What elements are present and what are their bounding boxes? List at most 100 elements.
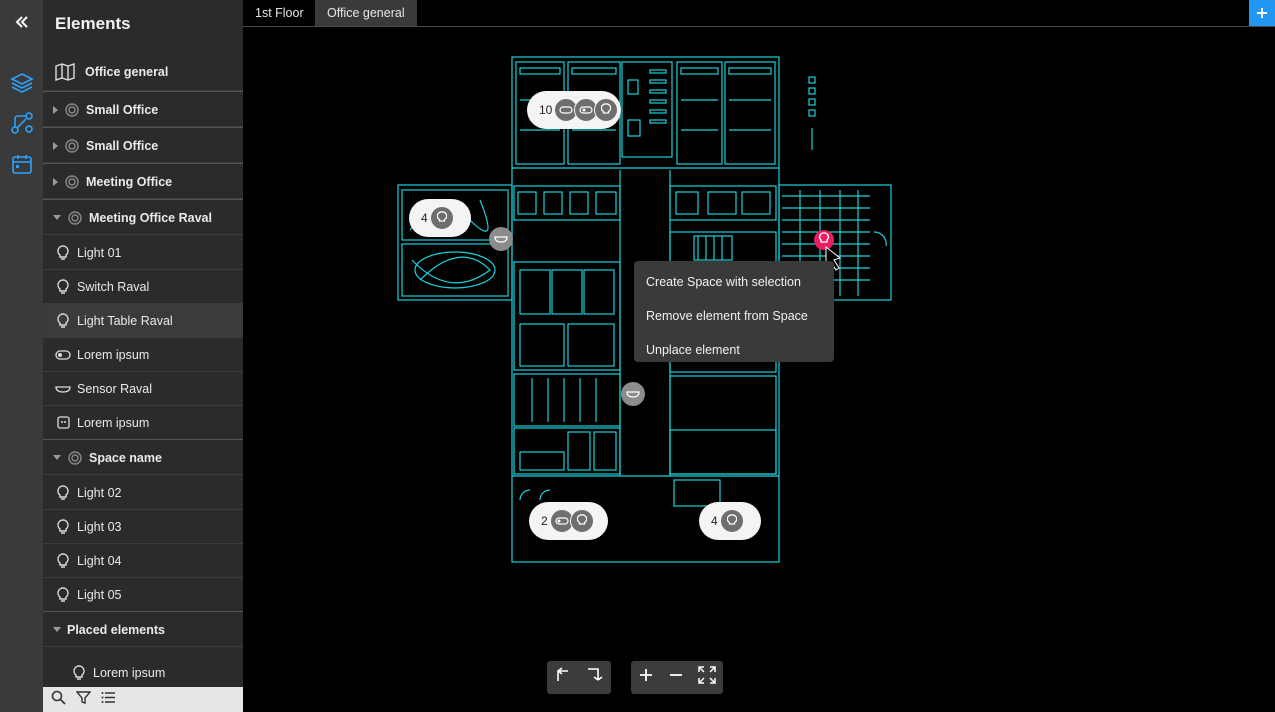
list-item[interactable]: Light 05 bbox=[43, 578, 243, 612]
zoom-out-icon[interactable] bbox=[668, 667, 684, 688]
list-item[interactable]: Light 03 bbox=[43, 510, 243, 544]
caret-right-icon[interactable] bbox=[53, 141, 58, 150]
zoom-controls bbox=[631, 661, 723, 694]
group-label: Placed elements bbox=[67, 622, 165, 637]
list-item-label: Light Table Raval bbox=[77, 313, 173, 328]
sensor-marker-icon[interactable] bbox=[489, 227, 513, 251]
group-label: Meeting Office Raval bbox=[89, 210, 212, 225]
undo-icon[interactable] bbox=[554, 667, 572, 688]
group-small-office-2[interactable]: Small Office bbox=[43, 129, 243, 163]
caret-right-icon[interactable] bbox=[53, 105, 58, 114]
sensor-marker-icon[interactable] bbox=[621, 382, 645, 406]
group-space-name[interactable]: Space name bbox=[43, 441, 243, 475]
bulb-icon bbox=[594, 98, 619, 122]
search-icon[interactable] bbox=[51, 690, 66, 710]
collapse-icon[interactable] bbox=[6, 7, 37, 37]
caret-down-icon[interactable] bbox=[53, 455, 61, 460]
group-meeting-office-raval[interactable]: Meeting Office Raval bbox=[43, 201, 243, 235]
caret-right-icon[interactable] bbox=[53, 177, 58, 186]
menu-remove-from-space[interactable]: Remove element from Space bbox=[634, 299, 834, 333]
cluster-pill[interactable]: 4 bbox=[409, 199, 471, 237]
list-item-label: Lorem ipsum bbox=[77, 347, 150, 362]
group-label: Space name bbox=[89, 450, 162, 465]
panel-title: Elements bbox=[55, 14, 131, 33]
cluster-pill[interactable]: 4 bbox=[699, 502, 761, 540]
list-item[interactable]: Lorem ipsum bbox=[43, 338, 243, 372]
cluster-count: 4 bbox=[421, 211, 428, 225]
bulb-icon bbox=[55, 586, 71, 603]
left-rail bbox=[0, 0, 43, 712]
list-icon[interactable] bbox=[101, 691, 116, 709]
divider bbox=[43, 611, 243, 612]
menu-unplace-element[interactable]: Unplace element bbox=[634, 333, 834, 367]
space-icon bbox=[67, 210, 83, 226]
bulb-icon bbox=[55, 552, 71, 569]
list-item[interactable]: Light 04 bbox=[43, 544, 243, 578]
bulb-icon bbox=[55, 312, 71, 329]
sensor-icon bbox=[55, 381, 71, 397]
tab-1st-floor[interactable]: 1st Floor bbox=[243, 0, 316, 26]
add-tab-button[interactable] bbox=[1249, 0, 1275, 26]
bulb-icon bbox=[719, 509, 744, 533]
list-item-label: Light 01 bbox=[77, 245, 122, 260]
list-item[interactable]: Light 01 bbox=[43, 236, 243, 270]
divider bbox=[43, 91, 243, 92]
filter-icon[interactable] bbox=[75, 690, 92, 710]
elements-panel: Elements Office general Small Office Sma… bbox=[43, 0, 243, 712]
panel-toolbar bbox=[43, 687, 243, 712]
list-item-label: Light 02 bbox=[77, 485, 122, 500]
group-placed-elements[interactable]: Placed elements bbox=[43, 613, 243, 647]
map-item[interactable]: Office general bbox=[43, 53, 243, 91]
layers-icon[interactable] bbox=[6, 68, 37, 98]
space-icon bbox=[64, 138, 80, 154]
cluster-pill[interactable]: 10 bbox=[527, 91, 621, 129]
cluster-count: 2 bbox=[541, 514, 548, 528]
list-item[interactable]: Light 02 bbox=[43, 476, 243, 510]
bulb-icon bbox=[429, 206, 454, 230]
calendar-icon[interactable] bbox=[6, 149, 37, 179]
caret-down-icon[interactable] bbox=[53, 215, 61, 220]
list-item-label: Light 05 bbox=[77, 587, 122, 602]
list-item[interactable]: Lorem ipsum bbox=[43, 656, 243, 690]
tab-bar: 1st Floor Office general bbox=[243, 0, 1275, 27]
list-item[interactable]: Sensor Raval bbox=[43, 372, 243, 406]
redo-icon[interactable] bbox=[586, 667, 604, 688]
zoom-in-icon[interactable] bbox=[638, 667, 654, 688]
bulb-icon bbox=[55, 484, 71, 501]
cluster-count: 4 bbox=[711, 514, 718, 528]
cluster-pill[interactable]: 2 bbox=[529, 502, 608, 540]
list-item[interactable]: Lorem ipsum bbox=[43, 406, 243, 440]
toggle-icon bbox=[55, 347, 71, 363]
space-icon bbox=[64, 102, 80, 118]
plus-icon bbox=[1257, 8, 1267, 18]
tab-office-general[interactable]: Office general bbox=[315, 0, 417, 26]
list-item-selected[interactable]: Light Table Raval bbox=[43, 304, 243, 338]
graph-icon[interactable] bbox=[6, 108, 37, 138]
menu-create-space[interactable]: Create Space with selection bbox=[634, 265, 834, 299]
list-item-label: Switch Raval bbox=[77, 279, 150, 294]
list-item-label: Light 04 bbox=[77, 553, 122, 568]
floorplan-map[interactable] bbox=[243, 27, 1275, 712]
device-icon bbox=[55, 415, 71, 431]
list-item-label: Sensor Raval bbox=[77, 381, 153, 396]
divider bbox=[43, 127, 243, 128]
list-item-label: Light 03 bbox=[77, 519, 122, 534]
cluster-count: 10 bbox=[539, 103, 553, 117]
bulb-icon bbox=[569, 509, 594, 533]
fit-screen-icon[interactable] bbox=[698, 666, 716, 689]
group-meeting-office[interactable]: Meeting Office bbox=[43, 165, 243, 199]
bulb-icon bbox=[55, 244, 71, 261]
caret-down-icon[interactable] bbox=[53, 627, 61, 632]
map-icon bbox=[55, 62, 75, 82]
divider bbox=[43, 163, 243, 164]
group-label: Meeting Office bbox=[86, 174, 173, 189]
bulb-icon bbox=[71, 665, 87, 681]
map-item-label: Office general bbox=[85, 64, 169, 79]
bulb-icon bbox=[55, 518, 71, 535]
space-icon bbox=[64, 174, 80, 190]
divider bbox=[43, 199, 243, 200]
list-item-label: Lorem ipsum bbox=[77, 415, 150, 430]
group-label: Small Office bbox=[86, 102, 159, 117]
group-small-office-1[interactable]: Small Office bbox=[43, 93, 243, 127]
list-item[interactable]: Switch Raval bbox=[43, 270, 243, 304]
